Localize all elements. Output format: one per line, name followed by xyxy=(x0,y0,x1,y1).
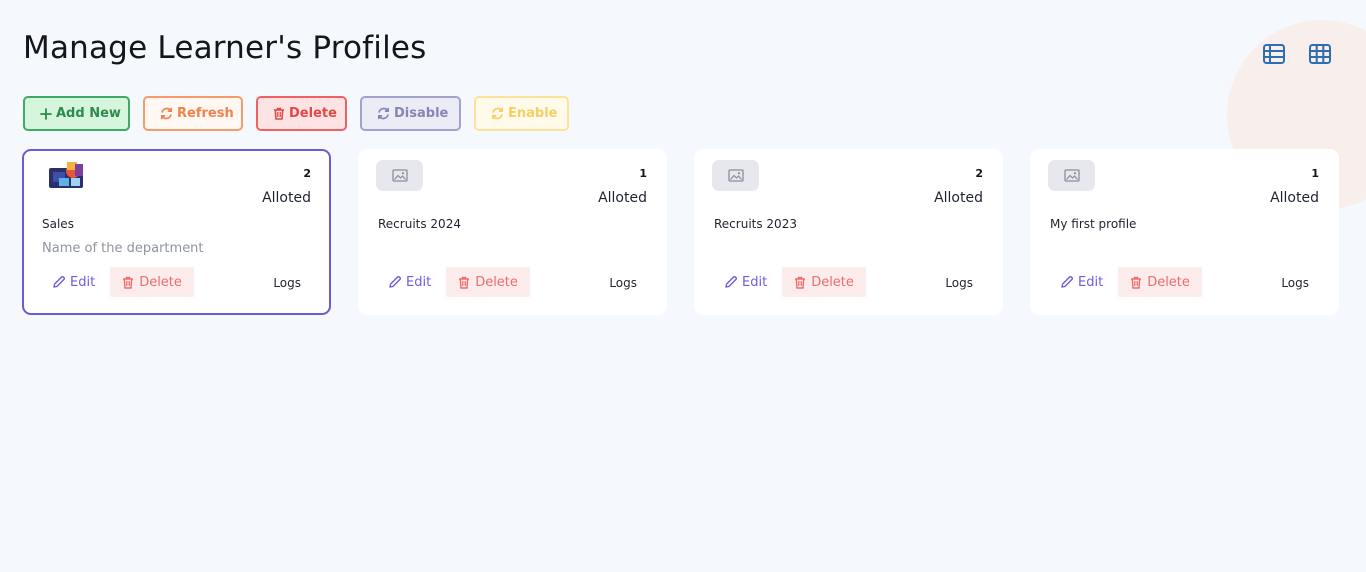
pencil-icon xyxy=(389,275,402,288)
logs-link[interactable]: Logs xyxy=(609,276,637,290)
profile-thumbnail xyxy=(46,159,86,190)
profile-name: My first profile xyxy=(1050,217,1137,231)
trash-icon xyxy=(459,276,470,289)
profile-card[interactable]: 1 Alloted Recruits 2024 Edit Delete Logs xyxy=(358,149,667,315)
grid-view-icon xyxy=(1309,44,1331,64)
grid-view-button[interactable] xyxy=(1308,42,1332,66)
card-delete-button[interactable]: Delete xyxy=(782,267,866,297)
refresh-label: Refresh xyxy=(177,106,234,121)
edit-label: Edit xyxy=(406,274,432,290)
disable-label: Disable xyxy=(394,106,449,121)
profile-thumbnail xyxy=(1048,160,1095,191)
list-view-button[interactable] xyxy=(1262,42,1286,66)
delete-label: Delete xyxy=(139,274,182,290)
trash-icon xyxy=(795,276,806,289)
delete-label: Delete xyxy=(811,274,854,290)
view-toggles xyxy=(1262,42,1332,66)
logs-link[interactable]: Logs xyxy=(273,276,301,290)
refresh-icon xyxy=(160,107,173,120)
page-title: Manage Learner's Profiles xyxy=(23,30,427,66)
trash-icon xyxy=(273,107,285,120)
trash-icon xyxy=(1131,276,1142,289)
disable-button[interactable]: Disable xyxy=(360,96,461,131)
profile-card[interactable]: 1 Alloted My first profile Edit Delete L… xyxy=(1030,149,1339,315)
card-actions: Edit Delete xyxy=(714,267,866,297)
card-actions: Edit Delete xyxy=(1050,267,1202,297)
profile-count: 2 xyxy=(975,167,983,180)
pencil-icon xyxy=(53,275,66,288)
edit-label: Edit xyxy=(70,274,96,290)
refresh-icon xyxy=(491,107,504,120)
toolbar: Add New Refresh Delete Disable Enable xyxy=(23,96,569,131)
enable-button[interactable]: Enable xyxy=(474,96,569,131)
alloted-label: Alloted xyxy=(934,190,983,206)
logs-link[interactable]: Logs xyxy=(945,276,973,290)
refresh-button[interactable]: Refresh xyxy=(143,96,243,131)
edit-button[interactable]: Edit xyxy=(42,267,105,297)
add-new-button[interactable]: Add New xyxy=(23,96,130,131)
logs-link[interactable]: Logs xyxy=(1281,276,1309,290)
pencil-icon xyxy=(1061,275,1074,288)
profile-cards: 2 Alloted Sales Name of the department E… xyxy=(22,149,1339,315)
profile-count: 2 xyxy=(303,167,311,180)
alloted-label: Alloted xyxy=(1270,190,1319,206)
profile-name: Sales xyxy=(42,217,74,231)
card-actions: Edit Delete xyxy=(378,267,530,297)
alloted-label: Alloted xyxy=(262,190,311,206)
profile-card[interactable]: 2 Alloted Recruits 2023 Edit Delete Logs xyxy=(694,149,1003,315)
alloted-label: Alloted xyxy=(598,190,647,206)
card-delete-button[interactable]: Delete xyxy=(446,267,530,297)
profile-name: Recruits 2023 xyxy=(714,217,797,231)
delete-label: Delete xyxy=(289,106,337,121)
edit-label: Edit xyxy=(742,274,768,290)
card-delete-button[interactable]: Delete xyxy=(1118,267,1202,297)
profile-photo-icon xyxy=(49,161,83,188)
pencil-icon xyxy=(725,275,738,288)
placeholder-image-icon xyxy=(1063,169,1080,182)
profile-description: Name of the department xyxy=(42,241,204,256)
add-new-label: Add New xyxy=(56,106,121,121)
profile-thumbnail xyxy=(376,160,423,191)
delete-label: Delete xyxy=(1147,274,1190,290)
profile-name: Recruits 2024 xyxy=(378,217,461,231)
profile-thumbnail xyxy=(712,160,759,191)
edit-button[interactable]: Edit xyxy=(378,267,441,297)
card-actions: Edit Delete xyxy=(42,267,194,297)
enable-label: Enable xyxy=(508,106,558,121)
refresh-icon xyxy=(377,107,390,120)
placeholder-image-icon xyxy=(727,169,744,182)
profile-count: 1 xyxy=(1311,167,1319,180)
profile-card[interactable]: 2 Alloted Sales Name of the department E… xyxy=(22,149,331,315)
plus-icon xyxy=(40,107,52,120)
trash-icon xyxy=(123,276,134,289)
edit-label: Edit xyxy=(1078,274,1104,290)
edit-button[interactable]: Edit xyxy=(714,267,777,297)
delete-label: Delete xyxy=(475,274,518,290)
card-delete-button[interactable]: Delete xyxy=(110,267,194,297)
edit-button[interactable]: Edit xyxy=(1050,267,1113,297)
placeholder-image-icon xyxy=(391,169,408,182)
list-view-icon xyxy=(1263,44,1285,64)
profile-count: 1 xyxy=(639,167,647,180)
delete-button[interactable]: Delete xyxy=(256,96,347,131)
